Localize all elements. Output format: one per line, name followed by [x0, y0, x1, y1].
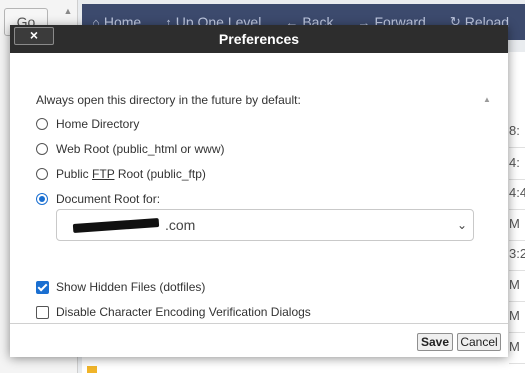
close-icon: × [29, 27, 39, 43]
dialog-titlebar: Preferences × [10, 25, 508, 53]
option-label: Document Root for: [56, 192, 161, 206]
file-time: 8: [509, 115, 525, 148]
option-label: Home Directory [56, 117, 140, 131]
chevron-down-icon: ⌄ [456, 218, 467, 232]
radio-web-root[interactable] [36, 143, 48, 155]
show-hidden-files-option[interactable]: Show Hidden Files (dotfiles) [36, 280, 205, 294]
scroll-up-arrow-icon[interactable]: ▲ [62, 2, 74, 20]
scroll-up-icon[interactable]: ▲ [481, 95, 493, 104]
file-time: 4:4 [509, 177, 525, 210]
dialog-footer: Save Cancel [10, 323, 508, 357]
disable-encoding-verification-checkbox[interactable] [36, 305, 49, 319]
option-web-root[interactable]: Web Root (public_html or www) [36, 142, 225, 156]
show-hidden-files-checkbox[interactable] [36, 280, 49, 294]
option-public-ftp-root[interactable]: Public FTP Root (public_ftp) [36, 167, 206, 181]
disable-encoding-verification-option[interactable]: Disable Character Encoding Verification … [36, 305, 311, 319]
dialog-title: Preferences [218, 31, 300, 47]
select-value: .com [73, 210, 195, 240]
option-document-root[interactable]: Document Root for: [36, 192, 160, 206]
dialog-content: Always open this directory in the future… [10, 53, 508, 323]
cancel-button[interactable]: Cancel [457, 333, 501, 351]
option-label: Public FTP Root (public_ftp) [56, 167, 206, 181]
checkbox-label: Show Hidden Files (dotfiles) [56, 280, 206, 294]
option-home-directory[interactable]: Home Directory [36, 117, 139, 131]
preferences-dialog: Preferences × Always open this directory… [10, 25, 508, 357]
label-prefix: Public [56, 167, 93, 181]
file-time: M [509, 300, 525, 333]
select-value-suffix: .com [165, 217, 196, 233]
option-label: Web Root (public_html or www) [56, 142, 225, 156]
checkbox-label: Disable Character Encoding Verification … [56, 305, 311, 319]
close-button[interactable]: × [14, 27, 54, 45]
file-time: 4: [509, 147, 525, 180]
default-directory-label: Always open this directory in the future… [36, 93, 301, 107]
file-time: M [509, 331, 525, 364]
label-ftp-abbr: FTP [92, 167, 115, 181]
file-time: M [509, 208, 525, 241]
radio-home-directory[interactable] [36, 118, 48, 130]
folder-icon [87, 366, 97, 373]
radio-public-ftp-root[interactable] [36, 168, 48, 180]
dialog-scrollbar[interactable]: ▲ ▼ [481, 95, 493, 323]
file-time: M [509, 269, 525, 302]
save-button[interactable]: Save [417, 333, 453, 351]
document-root-select[interactable]: .com ⌄ [56, 209, 474, 241]
file-time: 3:2 [509, 238, 525, 271]
radio-document-root[interactable] [36, 193, 48, 205]
label-suffix: Root (public_ftp) [114, 167, 206, 181]
